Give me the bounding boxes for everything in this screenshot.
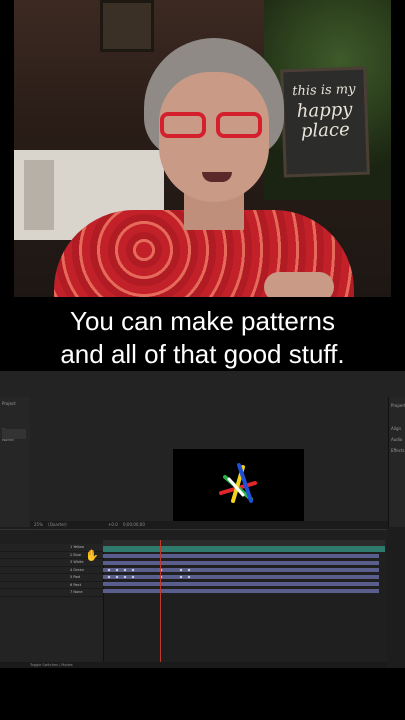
viewer-toolbar: 25% (Quarter) +0.0 0;00;00;00 xyxy=(30,521,388,529)
webcam-video: this is my happy place xyxy=(14,0,391,297)
current-time[interactable]: 0;00;00;00 xyxy=(123,522,145,527)
layer-row[interactable]: 7 None xyxy=(0,589,103,597)
project-panel: Project Na... Name xyxy=(0,397,31,527)
layer-list: 1 Yellow 2 Blue 3 White 4 Green 5 Red 6 … xyxy=(0,544,104,668)
star-shape xyxy=(219,463,257,503)
layer-row[interactable]: 5 Red xyxy=(0,574,103,582)
hand-cursor-icon: ✋ xyxy=(85,549,99,562)
panel-effects-presets[interactable]: Effects & Presets xyxy=(391,448,405,453)
wall-frame xyxy=(100,0,154,52)
sign-line-3: place xyxy=(300,119,351,142)
panel-align[interactable]: Align xyxy=(391,426,404,431)
work-area-bar[interactable] xyxy=(103,546,385,552)
right-panels: Properties Align Audio Effects & Presets xyxy=(388,397,405,527)
glasses-lens-left xyxy=(160,112,206,138)
caption-line-1: You can make patterns xyxy=(70,306,335,336)
panel-audio[interactable]: Audio xyxy=(391,437,404,442)
timeline-panel[interactable]: 1 Yellow 2 Blue 3 White 4 Green 5 Red 6 … xyxy=(0,529,387,668)
panel-properties[interactable]: Properties xyxy=(391,403,405,408)
layer-duration-bar[interactable] xyxy=(103,568,379,572)
layer-duration-bar[interactable] xyxy=(103,554,379,558)
project-panel-search[interactable] xyxy=(2,429,26,439)
layer-row[interactable]: 4 Green xyxy=(0,567,103,574)
layer-duration-bar[interactable] xyxy=(103,582,379,586)
video-caption: You can make patterns and all of that go… xyxy=(14,297,391,371)
playhead[interactable] xyxy=(160,540,161,668)
composition-canvas[interactable] xyxy=(173,449,304,522)
background-shelf-item xyxy=(24,160,54,230)
layer-duration-bar[interactable] xyxy=(103,561,379,565)
exposure-value[interactable]: +0.0 xyxy=(108,522,118,527)
layer-duration-bar[interactable] xyxy=(103,575,379,579)
project-panel-title: Project xyxy=(2,401,16,406)
ae-top-strip xyxy=(0,371,405,398)
caption-line-2: and all of that good stuff. xyxy=(60,339,345,369)
sign-line-2: happy xyxy=(296,99,353,122)
magnification-select[interactable]: 25% xyxy=(34,522,43,527)
happy-place-sign: this is my happy place xyxy=(280,66,370,178)
composition-viewer[interactable] xyxy=(30,397,388,523)
after-effects-window: Project Na... Name Properties Align Audi… xyxy=(0,371,405,668)
layer-duration-bar[interactable] xyxy=(103,589,379,593)
timeline-footer[interactable]: Toggle Switches / Modes xyxy=(0,662,387,668)
glasses-lens-right xyxy=(216,112,262,138)
person-hand xyxy=(264,272,334,297)
resolution-select[interactable]: (Quarter) xyxy=(48,522,67,527)
layer-row[interactable]: 6 Rect xyxy=(0,582,103,589)
red-glasses xyxy=(160,112,270,142)
